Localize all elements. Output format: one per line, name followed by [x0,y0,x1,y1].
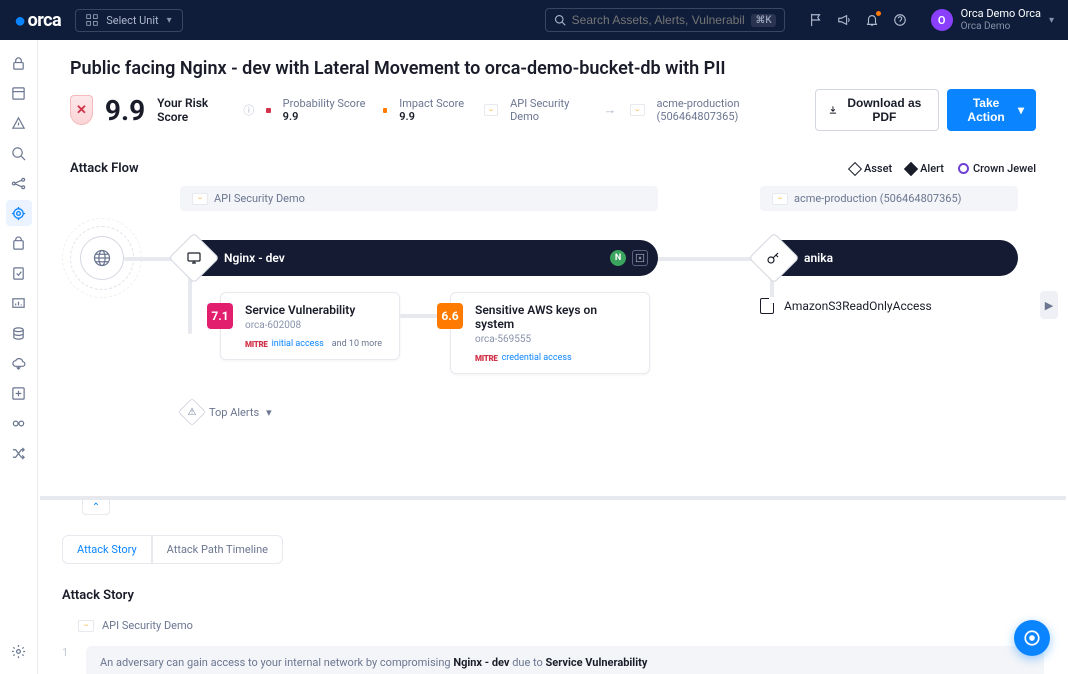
scroll-right-button[interactable]: ▶ [1040,291,1058,319]
asset-node-nginx[interactable]: Nginx - dev N [180,240,658,276]
resize-divider[interactable] [40,496,1066,500]
download-pdf-button[interactable]: Download as PDF [815,89,940,131]
user-menu[interactable]: O Orca Demo Orca Orca Demo ▾ [931,8,1054,31]
aws-icon: ⌣ [630,104,644,116]
detail-tabs: Attack Story Attack Path Timeline [62,535,283,564]
risk-score: 9.9 [105,94,145,127]
chevron-down-icon: ▾ [1018,103,1024,117]
step-number: 1 [62,646,72,674]
top-alerts-dropdown[interactable]: ⚠ Top Alerts ▾ [182,402,272,422]
aws-icon: ⌣ [78,620,94,632]
nav-inventory[interactable] [6,230,32,256]
user-name: Orca Demo Orca [961,8,1041,20]
warning-icon: ⚠ [188,407,197,418]
alert-title: Service Vulnerability [231,303,389,317]
env-pill-2[interactable]: ⌣acme-production (506464807365) [760,186,1018,211]
nav-compliance[interactable] [6,260,32,286]
unit-selector[interactable]: Select Unit ▾ [75,9,182,32]
env-pill-1[interactable]: ⌣API Security Demo [180,186,658,211]
breadcrumb-env1[interactable]: API Security Demo [510,97,589,123]
attack-story-heading: Attack Story [62,588,1044,603]
policy-doc-icon [760,298,774,314]
alert-title: Sensitive AWS keys on system [461,303,639,331]
nav-reports[interactable] [6,290,32,316]
announce-icon[interactable] [837,13,851,27]
info-icon[interactable]: ⓘ [243,102,254,118]
search-icon [554,14,566,26]
risk-shield-icon: ✕ [70,95,93,125]
legend-crown-jewel: Crown Jewel [958,162,1036,175]
flag-icon[interactable] [809,13,823,27]
main-content: Public facing Nginx - dev with Lateral M… [38,40,1068,674]
nav-dashboard[interactable] [6,80,32,106]
aws-icon: ⌣ [484,104,498,116]
chat-icon [1023,629,1041,647]
legend-alert: Alert [906,162,944,175]
flow-canvas[interactable]: ⌣API Security Demo ⌣acme-production (506… [70,186,1036,486]
global-search[interactable]: ⌘K [545,8,785,32]
nav-cloud[interactable] [6,350,32,376]
nginx-icon: N [610,250,626,266]
risk-score-label: Your Risk Score [157,96,231,124]
avatar: O [931,9,953,31]
chevron-down-icon: ▾ [167,15,172,26]
internet-node[interactable] [80,236,124,280]
left-sidebar [0,40,38,674]
breadcrumb-env2[interactable]: acme-production (506464807365) [657,97,803,123]
download-icon [828,104,838,116]
help-icon[interactable] [893,13,907,27]
nav-search[interactable] [6,140,32,166]
nav-lock[interactable] [6,50,32,76]
asset-node-anika[interactable]: anika [760,240,1018,276]
nav-shuffle[interactable] [6,440,32,466]
page-title: Public facing Nginx - dev with Lateral M… [70,58,1036,79]
nav-data[interactable] [6,320,32,346]
dot-icon [266,108,270,113]
story-context: ⌣ API Security Demo [78,619,1044,632]
alert-score: 7.1 [207,303,233,329]
alert-card-2[interactable]: 6.6 Sensitive AWS keys on system orca-56… [450,292,650,374]
nav-settings[interactable] [6,638,32,664]
story-step-1: An adversary can gain access to your int… [86,646,1044,674]
app-header: ●orca Select Unit ▾ ⌘K O Orca Demo Orca … [0,0,1068,40]
nav-alerts[interactable] [6,110,32,136]
vm-icon [169,233,220,284]
chevron-down-icon: ▾ [266,406,272,419]
legend-asset: Asset [850,162,892,175]
policy-node[interactable]: AmazonS3ReadOnlyAccess [760,298,932,314]
chevron-down-icon: ▾ [1049,15,1054,26]
alert-id: orca-602008 [231,320,389,331]
user-org: Orca Demo [961,21,1041,32]
grid-icon [86,14,98,26]
alert-score: 6.6 [437,303,463,329]
dot-icon [383,108,387,113]
shortcut-hint: ⌘K [751,14,775,27]
expand-icon[interactable] [632,250,648,266]
attack-flow-title: Attack Flow [70,161,139,176]
bell-icon[interactable] [865,13,879,27]
alert-card-1[interactable]: 7.1 Service Vulnerability orca-602008 MI… [220,292,400,360]
search-input[interactable] [572,13,746,27]
chat-fab-button[interactable] [1014,620,1050,656]
take-action-button[interactable]: Take Action ▾ [947,89,1036,131]
tab-attack-timeline[interactable]: Attack Path Timeline [152,536,282,563]
nav-graph[interactable] [6,170,32,196]
alert-id: orca-569555 [461,334,639,345]
nav-add[interactable] [6,380,32,406]
nav-attack-paths[interactable] [6,200,32,226]
logo[interactable]: ●orca [14,8,61,33]
nav-integrations[interactable] [6,410,32,436]
tab-attack-story[interactable]: Attack Story [63,536,152,563]
collapse-toggle[interactable]: ⌃ [82,499,110,515]
globe-icon [92,248,112,268]
key-icon [749,233,800,284]
